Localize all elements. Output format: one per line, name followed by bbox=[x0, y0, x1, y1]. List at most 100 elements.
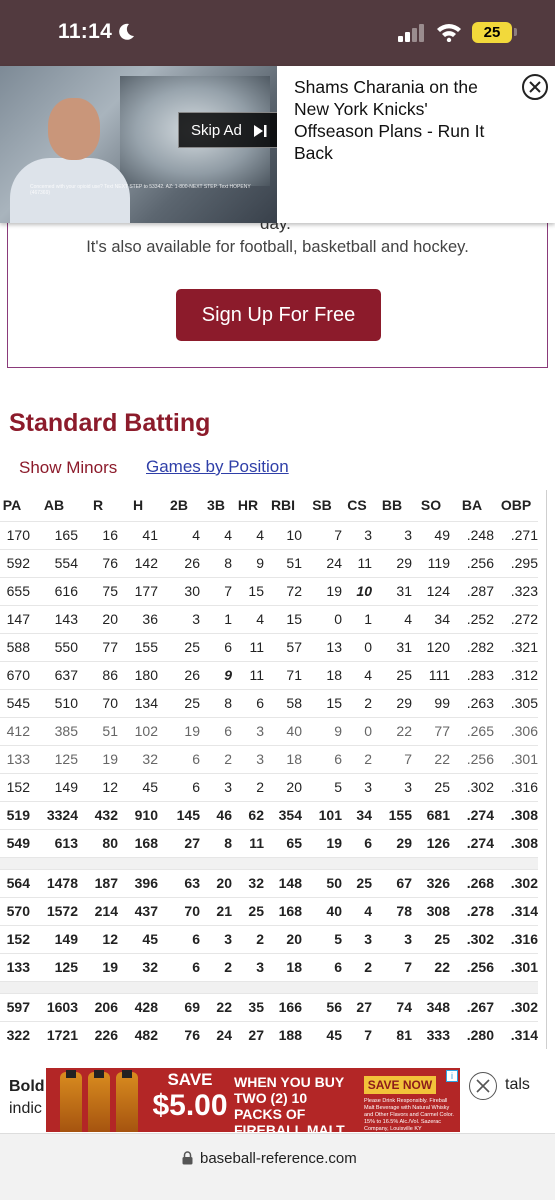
table-cell: 20 bbox=[264, 772, 302, 801]
ad-choices-icon[interactable]: i bbox=[446, 1070, 458, 1082]
header-bb[interactable]: BB bbox=[372, 490, 412, 521]
table-cell: 4 bbox=[342, 896, 372, 925]
table-row: 133 125 19 32 6 2 3 18 6 2 7 22.256.301 bbox=[0, 744, 538, 773]
table-cell: 51 bbox=[78, 716, 118, 745]
table-cell: 152 bbox=[0, 924, 30, 953]
header-cs[interactable]: CS bbox=[342, 490, 372, 521]
header-obp[interactable]: OBP bbox=[494, 490, 538, 521]
table-cell: 6 bbox=[200, 632, 232, 661]
legend-note-tail: tals bbox=[505, 1076, 530, 1093]
table-cell: 1 bbox=[342, 604, 372, 633]
video-ad[interactable]: Concerned with your opioid use? Text NEX… bbox=[0, 66, 555, 223]
lock-icon bbox=[182, 1151, 193, 1165]
table-cell: 545 bbox=[0, 688, 30, 717]
table-cell: 7 bbox=[200, 576, 232, 605]
close-banner-ad-button[interactable] bbox=[469, 1072, 497, 1100]
table-cell: 308 bbox=[412, 896, 450, 925]
table-cell: 80 bbox=[78, 828, 118, 857]
table-cell: .278 bbox=[450, 896, 494, 925]
header-ba[interactable]: BA bbox=[450, 490, 494, 521]
table-cell: 564 bbox=[0, 868, 30, 897]
table-cell: 226 bbox=[78, 1020, 118, 1049]
table-cell: .314 bbox=[494, 896, 538, 925]
bottle-image bbox=[88, 1070, 110, 1132]
table-cell: .302 bbox=[494, 992, 538, 1021]
banner-savings: SAVE $5.00 bbox=[150, 1070, 230, 1122]
table-cell: 30 bbox=[158, 576, 200, 605]
close-icon bbox=[529, 81, 541, 93]
table-cell: 62 bbox=[232, 800, 264, 829]
table-cell: 18 bbox=[264, 952, 302, 981]
table-cell: 19 bbox=[158, 716, 200, 745]
table-cell: 637 bbox=[30, 660, 78, 689]
header-rbi[interactable]: RBI bbox=[264, 490, 302, 521]
table-cell: 45 bbox=[302, 1020, 342, 1049]
table-cell: 655 bbox=[0, 576, 30, 605]
table-cell: 27 bbox=[232, 1020, 264, 1049]
table-cell: 25 bbox=[372, 660, 412, 689]
header-h[interactable]: H bbox=[118, 490, 158, 521]
table-cell: 32 bbox=[118, 952, 158, 981]
save-now-button[interactable]: SAVE NOW bbox=[364, 1076, 436, 1094]
sign-up-button[interactable]: Sign Up For Free bbox=[176, 289, 381, 341]
table-cell: 6 bbox=[200, 716, 232, 745]
table-cell: 101 bbox=[302, 800, 342, 829]
table-header-row: PA AB R H 2B 3B HR RBI SB CS BB SO BA OB… bbox=[0, 490, 538, 521]
table-cell: 1721 bbox=[30, 1020, 78, 1049]
table-cell: 9 bbox=[302, 716, 342, 745]
table-cell: 2 bbox=[200, 952, 232, 981]
table-cell: 20 bbox=[78, 604, 118, 633]
stats-table-scroll[interactable]: PA AB R H 2B 3B HR RBI SB CS BB SO BA OB… bbox=[0, 490, 547, 1049]
table-cell: 180 bbox=[118, 660, 158, 689]
header-3b[interactable]: 3B bbox=[200, 490, 232, 521]
table-cell: .256 bbox=[450, 952, 494, 981]
table-cell: 2 bbox=[342, 744, 372, 773]
table-cell: 111 bbox=[412, 660, 450, 689]
table-cell: 125 bbox=[30, 952, 78, 981]
close-video-ad-button[interactable] bbox=[522, 74, 548, 100]
header-sb[interactable]: SB bbox=[302, 490, 342, 521]
skip-ad-button[interactable]: Skip Ad bbox=[178, 112, 277, 148]
table-row: 412 385 51 102 19 6 3 40 9 0 22 77.265.306 bbox=[0, 716, 538, 745]
show-minors-link[interactable]: Show Minors bbox=[19, 458, 117, 478]
header-pa[interactable]: PA bbox=[0, 490, 30, 521]
table-cell: .316 bbox=[494, 924, 538, 953]
standard-batting-table: PA AB R H 2B 3B HR RBI SB CS BB SO BA OB… bbox=[0, 490, 538, 1049]
banner-offer-text: WHEN YOU BUY TWO (2) 10 PACKS OF FIREBAL… bbox=[234, 1074, 345, 1132]
table-cell: 99 bbox=[412, 688, 450, 717]
table-cell: .287 bbox=[450, 576, 494, 605]
header-2b[interactable]: 2B bbox=[158, 490, 200, 521]
table-cell: 7 bbox=[342, 1020, 372, 1049]
table-spacer-cell bbox=[0, 980, 538, 993]
table-cell: 40 bbox=[302, 896, 342, 925]
table-cell: 40 bbox=[264, 716, 302, 745]
table-cell: .280 bbox=[450, 1020, 494, 1049]
table-cell: 58 bbox=[264, 688, 302, 717]
table-cell: .316 bbox=[494, 772, 538, 801]
video-thumbnail[interactable]: Concerned with your opioid use? Text NEX… bbox=[0, 66, 277, 223]
banner-ad[interactable]: SAVE $5.00 WHEN YOU BUY TWO (2) 10 PACKS… bbox=[46, 1068, 460, 1132]
table-cell: 396 bbox=[118, 868, 158, 897]
games-by-position-link[interactable]: Games by Position bbox=[146, 457, 289, 477]
table-cell: 45 bbox=[118, 772, 158, 801]
table-cell: 27 bbox=[342, 992, 372, 1021]
header-ab[interactable]: AB bbox=[30, 490, 78, 521]
table-cell: .306 bbox=[494, 716, 538, 745]
video-ad-headline[interactable]: Shams Charania on the New York Knicks' O… bbox=[294, 76, 509, 164]
table-cell: 29 bbox=[372, 688, 412, 717]
table-cell: 125 bbox=[30, 744, 78, 773]
table-cell: 333 bbox=[412, 1020, 450, 1049]
table-cell: 3 bbox=[200, 772, 232, 801]
table-cell: .267 bbox=[450, 992, 494, 1021]
table-cell: 145 bbox=[158, 800, 200, 829]
table-cell: 25 bbox=[232, 896, 264, 925]
table-cell: 46 bbox=[200, 800, 232, 829]
header-r[interactable]: R bbox=[78, 490, 118, 521]
header-hr[interactable]: HR bbox=[232, 490, 264, 521]
table-cell: 3 bbox=[200, 924, 232, 953]
header-so[interactable]: SO bbox=[412, 490, 450, 521]
table-row: 545 510 70 134 25 8 6 58 15 2 29 99.263.305 bbox=[0, 688, 538, 717]
table-cell: 22 bbox=[200, 992, 232, 1021]
table-cell: 74 bbox=[372, 992, 412, 1021]
browser-url-bar[interactable]: baseball-reference.com bbox=[0, 1133, 555, 1200]
